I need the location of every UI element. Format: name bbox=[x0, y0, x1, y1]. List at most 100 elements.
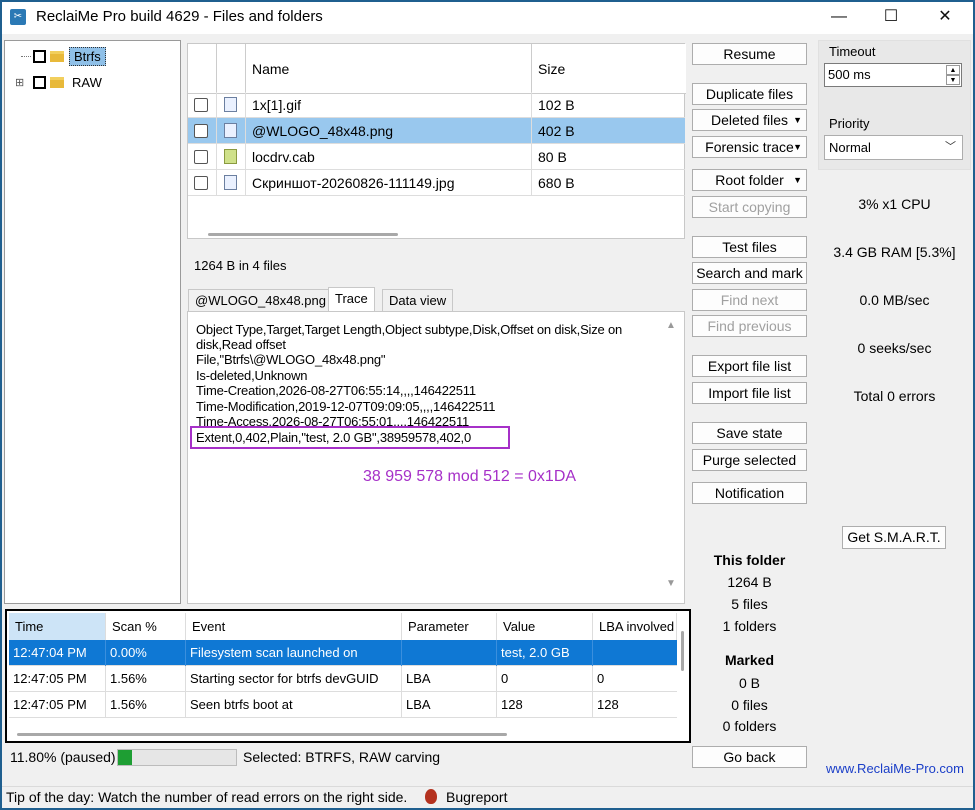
bug-icon[interactable] bbox=[425, 789, 437, 804]
file-list[interactable]: Name Size 1x[1].gif 102 B @WLOGO_48x48.p… bbox=[187, 43, 686, 239]
file-row[interactable]: Скриншот-20260826-111149.jpg 680 B bbox=[188, 170, 685, 196]
log-column-event[interactable]: Event bbox=[186, 613, 402, 640]
app-icon: ✂ bbox=[10, 9, 26, 25]
archive-file-icon bbox=[224, 149, 237, 164]
log-column-lba[interactable]: LBA involved bbox=[593, 613, 677, 640]
tip-of-the-day: Tip of the day: Watch the number of read… bbox=[6, 789, 408, 805]
header-icon-col bbox=[217, 44, 246, 94]
row-checkbox[interactable] bbox=[194, 150, 208, 164]
get-smart-button[interactable]: Get S.M.A.R.T. bbox=[842, 526, 946, 549]
chevron-down-icon: ▼ bbox=[793, 142, 802, 152]
duplicate-files-button[interactable]: Duplicate files bbox=[692, 83, 807, 105]
notification-button[interactable]: Notification bbox=[692, 482, 807, 504]
priority-label: Priority bbox=[829, 116, 870, 131]
vertical-scrollbar[interactable] bbox=[681, 631, 684, 671]
log-parameter bbox=[402, 640, 497, 666]
log-column-time[interactable]: Time bbox=[9, 613, 106, 640]
tab-file[interactable]: @WLOGO_48x48.png bbox=[188, 289, 333, 311]
log-column-scan[interactable]: Scan % bbox=[106, 613, 186, 640]
go-back-button[interactable]: Go back bbox=[692, 746, 807, 768]
log-row[interactable]: 12:47:05 PM 1.56% Seen btrfs boot at LBA… bbox=[9, 692, 677, 718]
tree-item-btrfs[interactable]: Btrfs bbox=[21, 45, 106, 67]
tree-item-raw[interactable]: ⊞ RAW bbox=[15, 71, 102, 93]
log-time: 12:47:04 PM bbox=[9, 640, 106, 666]
spin-down-icon[interactable]: ▼ bbox=[946, 75, 960, 85]
column-size[interactable]: Size bbox=[532, 44, 686, 94]
trace-line: Time-Creation,2026-08-27T06:55:14,,,,146… bbox=[196, 383, 476, 398]
maximize-button[interactable]: ☐ bbox=[868, 2, 914, 32]
website-link[interactable]: www.ReclaiMe-Pro.com bbox=[826, 761, 964, 776]
forensic-trace-button[interactable]: Forensic trace ▼ bbox=[692, 136, 807, 158]
event-log-table[interactable]: Time Scan % Event Parameter Value LBA in… bbox=[5, 609, 691, 743]
log-event: Starting sector for btrfs devGUID bbox=[186, 666, 402, 692]
log-scan: 0.00% bbox=[106, 640, 186, 666]
timeout-label: Timeout bbox=[829, 44, 876, 59]
log-scan: 1.56% bbox=[106, 692, 186, 718]
close-button[interactable]: ✕ bbox=[922, 2, 968, 32]
file-name: Скриншот-20260826-111149.jpg bbox=[246, 170, 532, 196]
root-folder-button[interactable]: Root folder ▼ bbox=[692, 169, 807, 191]
spin-up-icon[interactable]: ▲ bbox=[946, 65, 960, 75]
trace-line: Is-deleted,Unknown bbox=[196, 368, 308, 383]
log-value: test, 2.0 GB bbox=[497, 640, 593, 666]
timeout-field[interactable]: 500 ms ▲ ▼ bbox=[824, 63, 962, 87]
annotation-text: 38 959 578 mod 512 = 0x1DA bbox=[363, 468, 577, 485]
window-title: ReclaiMe Pro build 4629 - Files and fold… bbox=[36, 8, 323, 25]
folder-tree[interactable]: Btrfs ⊞ RAW bbox=[4, 40, 181, 604]
scroll-up-icon[interactable]: ▲ bbox=[666, 320, 676, 331]
save-state-button[interactable]: Save state bbox=[692, 422, 807, 444]
test-files-button[interactable]: Test files bbox=[692, 236, 807, 258]
this-folder-size: 1264 B bbox=[727, 574, 772, 590]
tree-checkbox[interactable] bbox=[33, 75, 46, 89]
horizontal-scrollbar[interactable] bbox=[208, 233, 398, 236]
log-column-parameter[interactable]: Parameter bbox=[402, 613, 497, 640]
file-summary: 1264 B in 4 files bbox=[194, 258, 287, 273]
log-row[interactable]: 12:47:04 PM 0.00% Filesystem scan launch… bbox=[9, 640, 677, 666]
selected-text: Selected: BTRFS, RAW carving bbox=[243, 749, 441, 765]
tree-item-label: Btrfs bbox=[69, 46, 106, 66]
log-time: 12:47:05 PM bbox=[9, 692, 106, 718]
scroll-down-icon[interactable]: ▼ bbox=[666, 578, 676, 589]
find-previous-button[interactable]: Find previous bbox=[692, 315, 807, 337]
minimize-button[interactable]: — bbox=[816, 2, 862, 32]
bugreport-link[interactable]: Bugreport bbox=[446, 789, 507, 805]
tree-checkbox[interactable] bbox=[33, 49, 46, 63]
search-and-mark-button[interactable]: Search and mark bbox=[692, 262, 807, 284]
marked-title: Marked bbox=[724, 652, 775, 668]
tree-item-label: RAW bbox=[72, 74, 102, 90]
row-checkbox[interactable] bbox=[194, 98, 208, 112]
column-name[interactable]: Name bbox=[246, 44, 532, 94]
expand-icon[interactable]: ⊞ bbox=[15, 76, 27, 89]
tab-trace[interactable]: Trace bbox=[328, 287, 375, 312]
deleted-files-button[interactable]: Deleted files ▼ bbox=[692, 109, 807, 131]
log-scan: 1.56% bbox=[106, 666, 186, 692]
file-name: @WLOGO_48x48.png bbox=[246, 118, 532, 144]
purge-selected-button[interactable]: Purge selected bbox=[692, 449, 807, 471]
resume-button[interactable]: Resume bbox=[692, 43, 807, 65]
horizontal-scrollbar[interactable] bbox=[17, 733, 507, 736]
file-name: 1x[1].gif bbox=[246, 92, 532, 118]
file-row[interactable]: 1x[1].gif 102 B bbox=[188, 92, 685, 118]
file-name: locdrv.cab bbox=[246, 144, 532, 170]
import-file-list-button[interactable]: Import file list bbox=[692, 382, 807, 404]
export-file-list-button[interactable]: Export file list bbox=[692, 355, 807, 377]
find-next-button[interactable]: Find next bbox=[692, 289, 807, 311]
button-label: Forensic trace bbox=[705, 139, 794, 155]
log-lba: 0 bbox=[597, 671, 605, 686]
row-checkbox[interactable] bbox=[194, 176, 208, 190]
log-event: Filesystem scan launched on bbox=[186, 640, 402, 666]
priority-select[interactable]: Normal ﹀ bbox=[824, 135, 963, 160]
start-copying-button[interactable]: Start copying bbox=[692, 196, 807, 218]
speed-stat: 0.0 MB/sec bbox=[859, 292, 930, 308]
log-row[interactable]: 12:47:05 PM 1.56% Starting sector for bt… bbox=[9, 666, 677, 692]
file-row[interactable]: locdrv.cab 80 B bbox=[188, 144, 685, 170]
file-row[interactable]: @WLOGO_48x48.png 402 B bbox=[188, 118, 685, 144]
log-column-value[interactable]: Value bbox=[497, 613, 593, 640]
row-checkbox[interactable] bbox=[194, 124, 208, 138]
tab-data-view[interactable]: Data view bbox=[382, 289, 454, 311]
highlight-box bbox=[190, 426, 510, 449]
priority-value: Normal bbox=[829, 140, 871, 155]
trace-line: disk,Read offset bbox=[196, 337, 286, 352]
trace-panel[interactable]: Object Type,Target,Target Length,Object … bbox=[187, 311, 685, 604]
button-label: Root folder bbox=[715, 172, 784, 188]
